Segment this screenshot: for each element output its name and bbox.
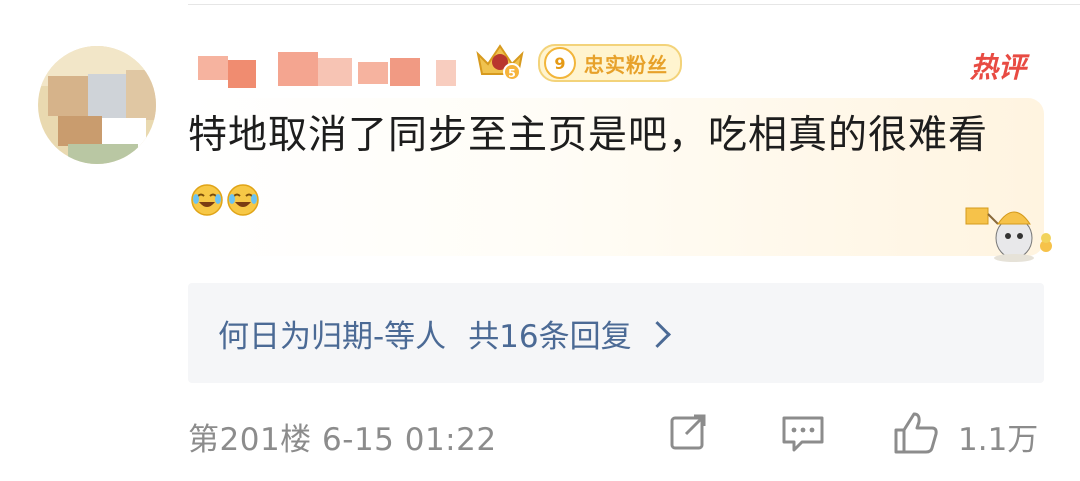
share-icon[interactable]	[666, 410, 710, 458]
reply-username[interactable]: 何日为归期-等人	[218, 311, 446, 356]
mascot-sticker-icon	[962, 194, 1062, 264]
laugh-cry-emoji-icon	[190, 173, 224, 216]
comment-icon[interactable]	[780, 410, 826, 458]
floor-number: 第201楼	[188, 422, 312, 458]
comment-body: 特地取消了同步至主页是吧，吃相真的很难看	[188, 113, 989, 158]
like-count: 1.1万	[958, 422, 1039, 458]
thumbs-up-icon[interactable]	[892, 410, 942, 460]
laugh-cry-emoji-icon	[226, 173, 260, 216]
username-blurred[interactable]	[198, 48, 462, 92]
reply-preview[interactable]: 何日为归期-等人 共16条回复	[188, 283, 1044, 383]
avatar[interactable]	[38, 46, 156, 164]
level-number: 9	[544, 47, 576, 79]
reply-count-link[interactable]: 共16条回复	[468, 311, 631, 356]
comment-text: 特地取消了同步至主页是吧，吃相真的很难看	[188, 104, 1008, 232]
hot-comment-tag: 热评	[969, 51, 1026, 84]
chevron-right-icon	[643, 320, 671, 348]
svg-text:5: 5	[508, 67, 516, 80]
crown-badge-icon: 5	[472, 40, 528, 84]
top-divider	[188, 4, 1080, 5]
fan-level-badge: 9 忠实粉丝	[538, 44, 682, 82]
comment-time: 6-15 01:22	[322, 422, 497, 458]
comment-meta: 第201楼 6-15 01:22	[188, 414, 497, 459]
comment-actions: 1.1万	[660, 410, 1050, 460]
level-label: 忠实粉丝	[584, 52, 668, 77]
